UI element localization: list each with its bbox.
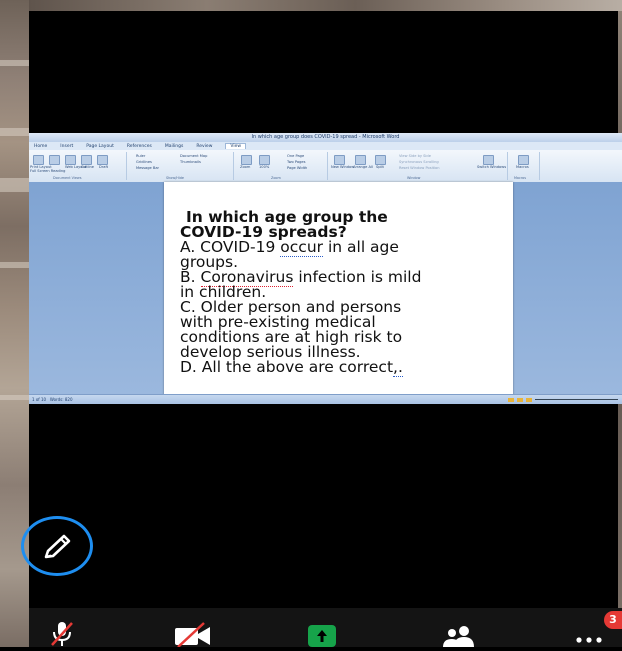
tab-mailings[interactable]: Mailings — [165, 144, 183, 149]
grammar-flag-occur: occur — [280, 238, 324, 257]
outline-label: Outline — [81, 165, 95, 169]
ruler-checkbox[interactable]: Ruler — [136, 154, 145, 158]
option-b-suffix: infection is mild — [293, 268, 422, 286]
meeting-toolbar — [29, 608, 622, 647]
tab-references[interactable]: References — [127, 144, 152, 149]
view-mode-icon[interactable] — [517, 397, 523, 402]
annotate-button[interactable] — [21, 516, 93, 576]
full-screen-label: Full Screen Reading — [30, 169, 66, 173]
chat-notification-badge: 3 — [604, 611, 622, 629]
outline-icon[interactable] — [81, 155, 92, 165]
switch-windows-icon[interactable] — [483, 155, 494, 165]
group-show-hide: Ruler Gridlines Message Bar Document Map… — [128, 152, 234, 180]
split-icon[interactable] — [375, 155, 386, 165]
zoom-slider[interactable] — [535, 399, 618, 400]
zoom-icon[interactable] — [241, 155, 252, 165]
reset-position-button[interactable]: Reset Window Position — [399, 166, 440, 170]
ribbon-tabs: Home Insert Page Layout References Maili… — [29, 142, 622, 150]
document-canvas: In which age group the COVID-19 spreads?… — [29, 182, 622, 395]
word-status-bar: 1 of 10 Words: 820 — [29, 394, 622, 404]
new-window-label: New Window — [331, 165, 355, 169]
zoom-label: Zoom — [240, 165, 251, 169]
macros-label: Macros — [516, 165, 529, 169]
status-view-controls[interactable] — [508, 397, 618, 402]
page-width-button[interactable]: Page Width — [287, 166, 307, 170]
hundred-percent-icon[interactable] — [259, 155, 270, 165]
option-d-prefix: D. All the above are correct — [180, 358, 394, 376]
hundred-label: 100% — [259, 165, 270, 169]
video-off-icon[interactable] — [172, 622, 214, 647]
group-zoom: Zoom 100% One Page Two Pages Page Width … — [235, 152, 328, 180]
tab-page-layout[interactable]: Page Layout — [86, 144, 114, 149]
window-title: In which age group does COVID-19 spread … — [251, 134, 400, 140]
draft-label: Draft — [99, 165, 109, 169]
print-layout-icon[interactable] — [33, 155, 44, 165]
macros-icon[interactable] — [518, 155, 529, 165]
tab-insert[interactable]: Insert — [60, 144, 73, 149]
grammar-flag-punctuation: ,. — [393, 358, 403, 377]
mic-muted-icon[interactable] — [50, 620, 74, 647]
photo-background-top — [29, 0, 622, 11]
view-side-by-side-button[interactable]: View Side by Side — [399, 154, 431, 158]
group-macros: Macros Macros — [509, 152, 540, 180]
full-screen-icon[interactable] — [49, 155, 60, 165]
shared-screen-word-window: In which age group does COVID-19 spread … — [29, 133, 622, 404]
split-label: Split — [376, 165, 384, 169]
web-layout-icon[interactable] — [65, 155, 76, 165]
arrange-all-label: Arrange All — [353, 165, 373, 169]
gridlines-checkbox[interactable]: Gridlines — [136, 160, 152, 164]
arrange-all-icon[interactable] — [355, 155, 366, 165]
view-mode-icon[interactable] — [508, 397, 514, 402]
tab-home[interactable]: Home — [34, 144, 47, 149]
share-screen-button[interactable] — [308, 625, 336, 647]
draft-icon[interactable] — [97, 155, 108, 165]
pencil-icon — [44, 534, 71, 559]
document-page[interactable]: In which age group the COVID-19 spreads?… — [164, 182, 513, 395]
status-words: Words: 820 — [49, 397, 73, 402]
one-page-button[interactable]: One Page — [287, 154, 304, 158]
document-map-checkbox[interactable]: Document Map — [180, 154, 207, 158]
tab-review[interactable]: Review — [196, 144, 212, 149]
group-label-macros: Macros — [514, 176, 527, 180]
switch-windows-label: Switch Windows — [477, 165, 507, 169]
option-a-suffix: in all age — [323, 238, 399, 256]
thumbnails-checkbox[interactable]: Thumbnails — [180, 160, 201, 164]
group-label-show-hide: Show/Hide — [166, 176, 185, 180]
view-mode-icon[interactable] — [526, 397, 532, 402]
group-label-window: Window — [407, 176, 421, 180]
tab-view[interactable]: View — [225, 143, 247, 149]
status-page: 1 of 10 — [32, 397, 47, 402]
arrow-up-icon — [317, 630, 327, 642]
group-label-document-views: Document Views — [53, 176, 82, 180]
document-body: In which age group the COVID-19 spreads?… — [180, 209, 500, 377]
option-d: D. All the above are correct,. — [180, 358, 500, 377]
group-label-zoom: Zoom — [271, 176, 281, 180]
two-pages-button[interactable]: Two Pages — [287, 160, 305, 164]
more-options-icon[interactable] — [575, 636, 605, 644]
status-page-words: 1 of 10 Words: 820 — [32, 397, 73, 402]
message-bar-checkbox[interactable]: Message Bar — [136, 166, 159, 170]
participants-icon[interactable] — [438, 624, 480, 647]
group-document-views: Print Layout Full Screen Reading Web Lay… — [29, 152, 127, 180]
group-window: New Window Arrange All Split View Side b… — [329, 152, 508, 180]
ribbon-view: Print Layout Full Screen Reading Web Lay… — [29, 150, 622, 183]
new-window-icon[interactable] — [334, 155, 345, 165]
sync-scroll-button[interactable]: Synchronous Scrolling — [399, 160, 439, 164]
word-title-bar: In which age group does COVID-19 spread … — [29, 133, 622, 142]
